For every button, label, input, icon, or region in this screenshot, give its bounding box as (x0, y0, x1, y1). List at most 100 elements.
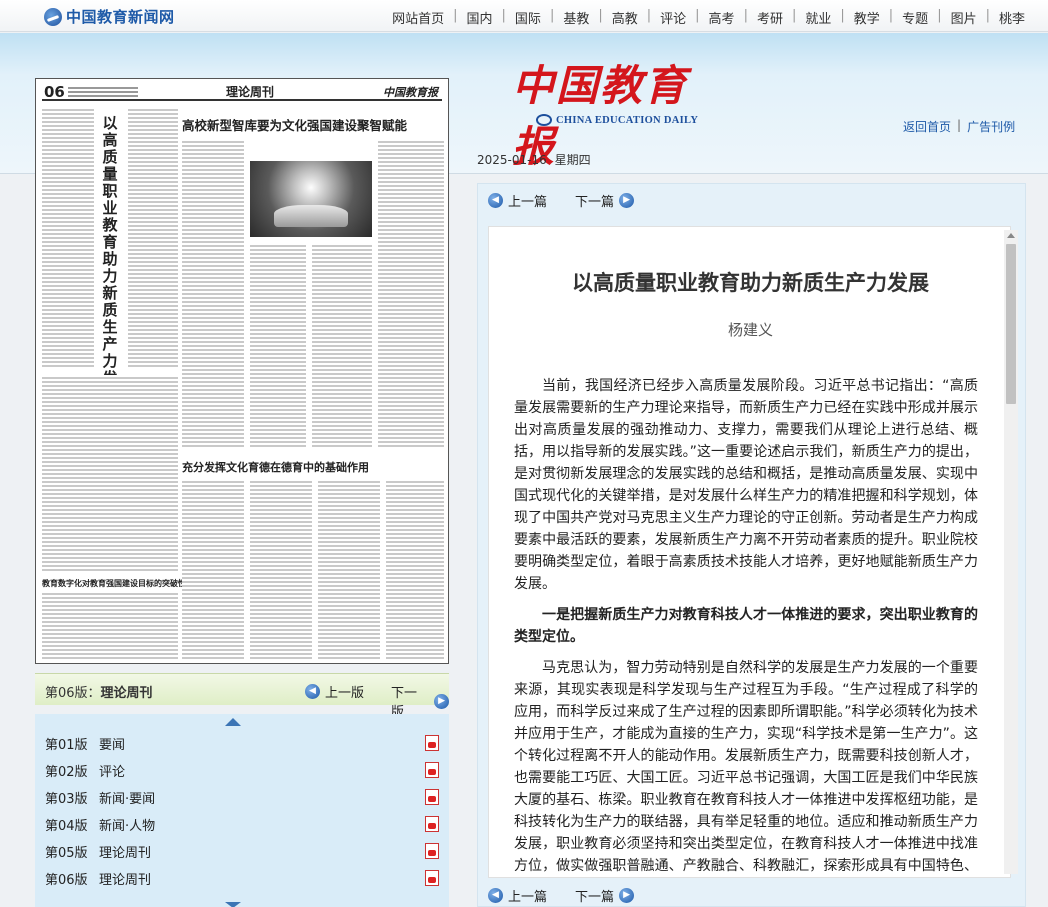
previous-article-button[interactable]: ◀ 上一篇 (488, 886, 547, 905)
scrollbar-thumb[interactable] (1006, 244, 1016, 404)
article-nav-bottom: ◀ 上一篇 下一篇 ▶ (488, 886, 662, 905)
nav-item[interactable]: 专题 (893, 8, 937, 27)
header-links: 返回首页 | 广告刊例 (903, 118, 1015, 135)
previous-article-button[interactable]: ◀ 上一篇 (488, 191, 547, 210)
page-list-item[interactable]: 第01版 要闻 (45, 734, 445, 754)
pdf-icon[interactable] (425, 870, 439, 886)
text-column (318, 479, 380, 659)
masthead-logo[interactable]: 中国教育报 CHINA EDUCATION DAILY (512, 52, 722, 171)
article-paragraph: 当前，我国经济已经步入高质量发展阶段。习近平总书记指出：“高质量发展需要新的生产… (514, 378, 978, 592)
nav-item[interactable]: 国内 (458, 8, 502, 27)
current-page-label: 第06版：理论周刊 (45, 686, 153, 701)
site-logo[interactable]: 中国教育新闻网 (44, 6, 175, 27)
article-body: 当前，我国经济已经步入高质量发展阶段。习近平总书记指出：“高质量发展需要新的生产… (514, 375, 978, 877)
nav-item[interactable]: 就业 (796, 8, 840, 27)
page-list-name: 新闻·要闻 (99, 792, 156, 807)
article-subheading: 一是把握新质生产力对教育科技人才一体推进的要求，突出职业教育的类型定位。 (514, 607, 978, 645)
page-meta-lines (68, 85, 138, 97)
ad-rates-link[interactable]: 广告刊例 (967, 118, 1015, 135)
arrow-left-icon: ◀ (488, 888, 503, 903)
text-column (182, 479, 244, 659)
arrow-left-icon: ◀ (488, 193, 503, 208)
nav-item[interactable]: 国际 (506, 8, 550, 27)
main-nav: 网站首页 | 国内 | 国际 | 基教 | 高教 | 评论 | 高考 | 考研 | 就业 | 教学 | 专题 | 图片 | 桃李 (383, 8, 1034, 27)
scroll-up-icon[interactable] (225, 718, 241, 726)
globe-icon (536, 114, 552, 126)
text-column (378, 139, 444, 449)
nav-item[interactable]: 网站首页 (383, 8, 453, 27)
scroll-down-icon[interactable] (225, 902, 241, 907)
nav-item[interactable]: 考研 (748, 8, 792, 27)
nav-item[interactable]: 图片 (942, 8, 986, 27)
article-nav-top: ◀ 上一篇 下一篇 ▶ (488, 191, 662, 210)
headline-culture-morality[interactable]: 充分发挥文化育德在德育中的基础作用 (182, 459, 369, 475)
page-list-item[interactable]: 第06版 理论周刊 (45, 869, 445, 889)
issue-date: 2025-01-16 星期四 (477, 151, 595, 168)
nav-item[interactable]: 评论 (651, 8, 695, 27)
text-column (182, 139, 244, 449)
arrow-right-icon: ▶ (619, 888, 635, 903)
site-logo-text: 中国教育新闻网 (66, 8, 175, 26)
nav-item[interactable]: 高教 (603, 8, 647, 27)
page-list-item[interactable]: 第05版 理论周刊 (45, 842, 445, 862)
page-list-name: 理论周刊 (99, 846, 152, 861)
page-list-item[interactable]: 第03版 新闻·要闻 (45, 788, 445, 808)
page-section: 理论周刊 (226, 85, 275, 99)
top-navigation-bar: 中国教育新闻网 网站首页 | 国内 | 国际 | 基教 | 高教 | 评论 | 高考 | 考研 | 就业 | 教学 |… (0, 0, 1048, 32)
arrow-right-icon: ▶ (619, 193, 635, 208)
issue-date-value: 2025-01-16 (477, 153, 547, 167)
article-author: 杨建义 (727, 321, 773, 339)
text-column (250, 243, 306, 449)
next-article-button[interactable]: 下一篇 ▶ (575, 191, 635, 210)
page-brand: 中国教育报 (383, 86, 438, 99)
page-list-item[interactable]: 第04版 新闻·人物 (45, 815, 445, 835)
current-page-name: 理论周刊 (100, 686, 153, 701)
text-column (42, 375, 178, 571)
pdf-icon[interactable] (425, 843, 439, 859)
page-list-name: 要闻 (99, 738, 126, 753)
link-separator: | (957, 118, 962, 132)
page-list: 第01版 要闻 第02版 评论 第03版 新闻·要闻 第04版 新闻·人物 第05版 理论周刊 第0… (35, 714, 449, 907)
page-list-number: 第05版 (45, 846, 88, 861)
nav-item[interactable]: 教学 (845, 8, 889, 27)
nav-item[interactable]: 高考 (700, 8, 744, 27)
home-link[interactable]: 返回首页 (903, 118, 951, 135)
headline-digital-education[interactable]: 教育数字化对教育强国建设目标的突破性意义 (42, 578, 202, 589)
text-column (42, 107, 94, 369)
page-list-name: 新闻·人物 (99, 819, 156, 834)
page-navigation-bar: 第06版：理论周刊 ◀ 上一版 下一版 ▶ (35, 673, 449, 720)
article-paragraph: 马克思认为，智力劳动特别是自然科学的发展是生产力发展的一个重要来源，其现实表现是… (514, 660, 978, 874)
newspaper-page-preview[interactable]: 06 理论周刊 中国教育报 以高质量职业教育助力新质生产力发展 教育数字化对教育… (35, 78, 449, 664)
page-list-name: 评论 (99, 765, 126, 780)
pdf-icon[interactable] (425, 735, 439, 751)
text-column (42, 591, 178, 659)
page-list-number: 第02版 (45, 765, 88, 780)
scroll-up-icon[interactable] (1007, 233, 1015, 238)
nav-item[interactable]: 基教 (554, 8, 598, 27)
page-list-number: 第03版 (45, 792, 88, 807)
next-article-button[interactable]: 下一篇 ▶ (575, 886, 635, 905)
text-column (128, 107, 178, 369)
masthead-english: CHINA EDUCATION DAILY (536, 114, 698, 126)
article-photo (250, 161, 372, 237)
article-scrollbar[interactable] (1004, 230, 1018, 874)
previous-page-button[interactable]: ◀ 上一版 (305, 682, 364, 701)
page-list-item[interactable]: 第02版 评论 (45, 761, 445, 781)
nav-item[interactable]: 桃李 (990, 8, 1034, 27)
arrow-right-icon: ▶ (434, 693, 449, 709)
pdf-icon[interactable] (425, 762, 439, 778)
issue-weekday: 星期四 (554, 153, 591, 167)
headline-think-tank[interactable]: 高校新型智库要为文化强国建设聚智赋能 (182, 115, 407, 134)
text-column (250, 479, 312, 659)
article-title: 以高质量职业教育助力新质生产力发展 (572, 270, 929, 295)
page-header: 06 理论周刊 中国教育报 (42, 83, 442, 101)
page-list-number: 第04版 (45, 819, 88, 834)
arrow-left-icon: ◀ (305, 684, 320, 699)
pdf-icon[interactable] (425, 816, 439, 832)
site-logo-icon (44, 7, 62, 26)
page-list-name: 理论周刊 (99, 873, 152, 888)
pdf-icon[interactable] (425, 789, 439, 805)
article-panel: ◀ 上一篇 下一篇 ▶ 以高质量职业教育助力新质生产力发展 杨建义 当前，我国经… (477, 183, 1026, 907)
text-column (312, 243, 372, 449)
vertical-headline[interactable]: 以高质量职业教育助力新质生产力发展 (100, 115, 120, 404)
